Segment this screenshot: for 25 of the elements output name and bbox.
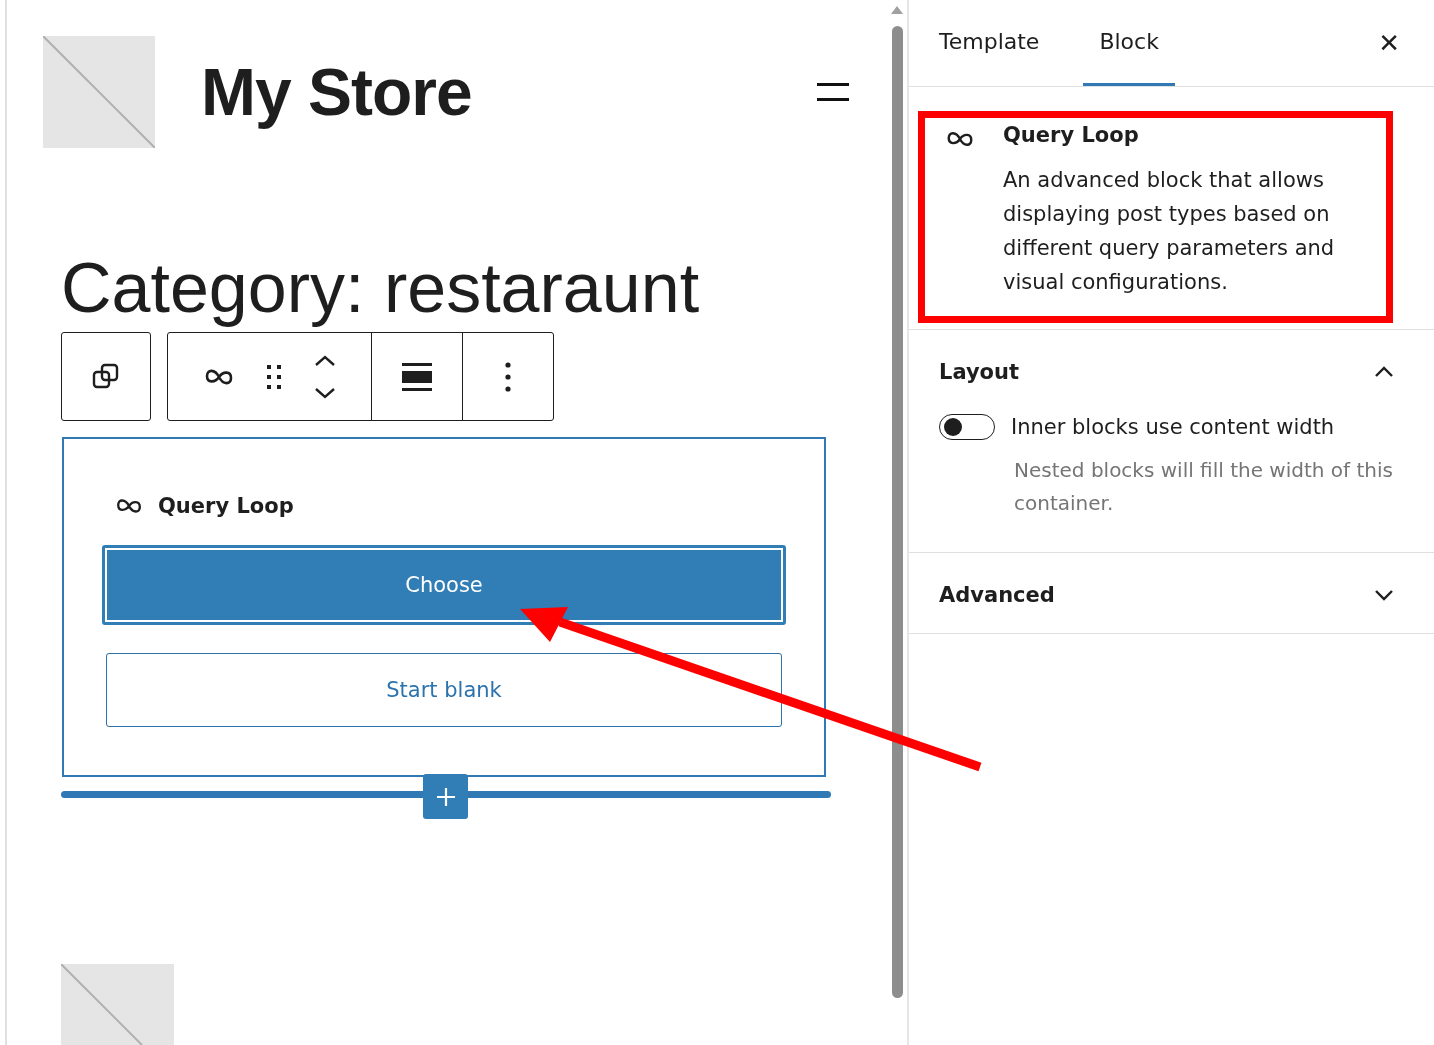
plus-icon (435, 786, 456, 807)
scroll-up-icon[interactable] (891, 6, 903, 14)
site-title: My Store (201, 54, 472, 130)
menu-icon[interactable] (817, 83, 849, 101)
start-blank-button[interactable]: Start blank (106, 653, 782, 727)
toggle-label: Inner blocks use content width (1011, 415, 1335, 439)
block-description: An advanced block that allows displaying post types based on different query parameters and visual configurations. (1003, 167, 1336, 296)
loop-icon (114, 497, 144, 515)
block-title: Query Loop (1003, 123, 1140, 147)
add-block-button[interactable] (423, 774, 468, 819)
chevron-down-icon (1374, 589, 1394, 601)
panel-header[interactable]: Advanced (909, 553, 1434, 633)
choose-button[interactable]: Choose (102, 545, 786, 625)
close-button[interactable]: ✕ (1372, 0, 1406, 86)
sidebar-tab[interactable]: Template (923, 0, 1056, 86)
more-options-icon[interactable] (505, 361, 511, 392)
align-full-width-icon[interactable] (402, 361, 432, 392)
block-label: Query Loop (158, 494, 294, 518)
panel-header[interactable]: Layout (909, 330, 1434, 410)
toggle-help-text: Nested blocks will fill the width of this container. (1014, 457, 1394, 517)
loop-icon (945, 129, 975, 149)
sidebar-tab[interactable]: Block (1083, 0, 1175, 86)
scrollbar-thumb[interactable] (891, 26, 903, 998)
toggle-switch[interactable] (939, 414, 995, 440)
chevron-up-icon (1374, 366, 1394, 378)
